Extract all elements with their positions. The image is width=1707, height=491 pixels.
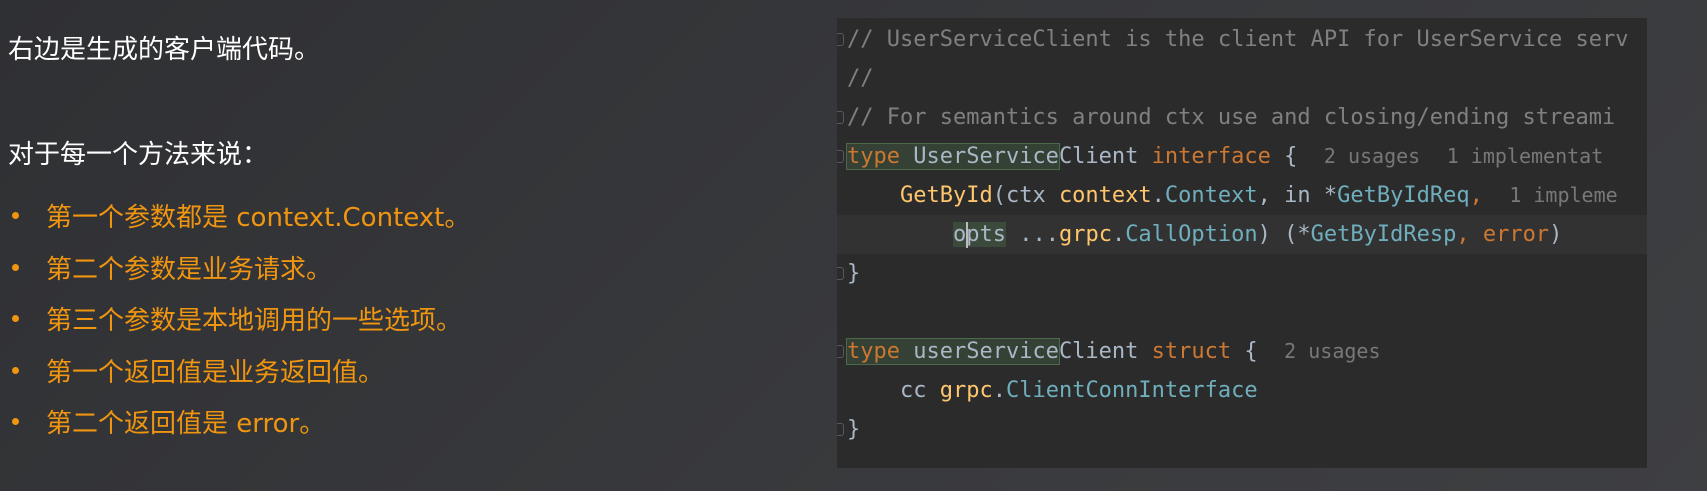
bullet-text: 第一个返回值是业务返回值。 — [46, 357, 385, 388]
fold-icon[interactable] — [837, 345, 844, 358]
code-punct: . — [1151, 183, 1165, 208]
bullet-dot-icon — [12, 315, 19, 323]
brace: { — [1270, 144, 1298, 169]
implementations-hint[interactable]: 1 impleme — [1509, 183, 1617, 207]
method-name: GetById — [899, 183, 993, 208]
closing-brace: } — [847, 261, 861, 286]
closing-brace: } — [847, 417, 861, 442]
type-name: GetByIdResp — [1310, 221, 1457, 247]
code-editor-screenshot: // UserServiceClient is the client API f… — [837, 18, 1647, 468]
type-name: ClientConnInterface — [1005, 378, 1258, 403]
code-line-4: type UserServiceClient interface { 2 usa… — [837, 137, 1647, 176]
code-line-3: // For semantics around ctx use and clos… — [837, 98, 1647, 137]
bullet-item: 第二个返回值是 error。 — [8, 396, 470, 448]
code-line-1: // UserServiceClient is the client API f… — [837, 20, 1647, 59]
code-line-6: opts ...grpc.CallOption) (*GetByIdResp, … — [837, 215, 1647, 254]
code-punct: . — [1111, 221, 1126, 247]
code-line-5: GetById(ctx context.Context, in *GetById… — [837, 176, 1647, 215]
code-punct: ) (* — [1257, 221, 1311, 247]
fold-icon[interactable] — [837, 33, 844, 46]
keyword-interface: interface — [1151, 144, 1271, 169]
bullet-text: 第二个返回值是 error。 — [46, 409, 326, 440]
identifier-highlight: UserService — [913, 144, 1059, 169]
code-punct: , — [1456, 221, 1483, 247]
code-punct: (ctx — [992, 183, 1059, 208]
bullet-dot-icon — [12, 263, 19, 271]
code-punct: ) — [1549, 221, 1563, 247]
code-line-7: } — [837, 254, 1647, 293]
bullet-item: 第一个返回值是业务返回值。 — [8, 345, 470, 397]
keyword-struct: struct — [1151, 339, 1232, 364]
implementations-hint[interactable]: 1 implementat — [1447, 144, 1604, 168]
fold-icon[interactable] — [837, 150, 844, 163]
code-punct: , — [1469, 183, 1483, 208]
opts-rest: pts — [966, 221, 1006, 247]
keyword-error: error — [1482, 221, 1550, 247]
code-line-10: cc grpc.ClientConnInterface — [837, 371, 1647, 410]
bullet-item: 第三个参数是本地调用的一些选项。 — [8, 293, 470, 345]
code-punct: ... — [1005, 221, 1059, 247]
fold-icon[interactable] — [837, 267, 844, 280]
intro-text: 右边是生成的客户端代码。 — [8, 35, 321, 65]
highlight-span: type UserService — [846, 143, 1060, 170]
identifier-highlight: userService — [913, 339, 1059, 364]
slide-text-panel: 右边是生成的客户端代码。 对于每一个方法来说： 第一个参数都是 context.… — [8, 0, 748, 491]
code-line-9: type userServiceClient struct { 2 usages — [837, 332, 1647, 371]
bullet-text: 第三个参数是本地调用的一些选项。 — [46, 306, 463, 337]
package-name: context — [1058, 183, 1152, 208]
bullet-dot-icon — [12, 366, 19, 374]
bullet-item: 第二个参数是业务请求。 — [8, 242, 470, 294]
bullet-dot-icon — [12, 212, 19, 220]
code-punct: . — [992, 378, 1006, 403]
identifier-rest: Client — [1058, 339, 1139, 364]
package-name: grpc — [939, 378, 993, 403]
identifier-rest: Client — [1058, 144, 1139, 169]
opts-first: o — [952, 221, 967, 247]
package-name: grpc — [1058, 221, 1112, 247]
bullet-dot-icon — [12, 418, 19, 426]
code-comment: // For semantics around ctx use and clos… — [847, 105, 1616, 130]
code-line-2: // — [837, 59, 1647, 98]
type-name: GetByIdReq — [1337, 183, 1470, 208]
code-line-11: } — [837, 410, 1647, 449]
field-name: cc — [899, 378, 940, 403]
bullet-list: 第一个参数都是 context.Context。 第二个参数是业务请求。 第三个… — [8, 190, 470, 448]
usages-hint[interactable]: 2 usages — [1324, 144, 1420, 168]
bullet-item: 第一个参数都是 context.Context。 — [8, 190, 470, 242]
type-name: Context — [1164, 183, 1258, 208]
highlight-span: type userService — [846, 338, 1060, 365]
bullet-text: 第二个参数是业务请求。 — [46, 254, 333, 285]
fold-icon[interactable] — [837, 423, 844, 436]
subhead-text: 对于每一个方法来说： — [8, 140, 269, 170]
keyword-type: type — [847, 144, 900, 169]
fold-icon[interactable] — [837, 111, 844, 124]
code-comment: // — [847, 66, 874, 91]
cursor-word: opts — [952, 221, 1006, 248]
usages-hint[interactable]: 2 usages — [1284, 339, 1380, 363]
type-name: CallOption — [1125, 221, 1258, 247]
brace: { — [1231, 339, 1258, 364]
keyword-type: type — [847, 339, 900, 364]
code-comment: // UserServiceClient is the client API f… — [847, 27, 1629, 52]
bullet-text: 第一个参数都是 context.Context。 — [46, 203, 471, 234]
code-punct: , in * — [1257, 183, 1338, 208]
